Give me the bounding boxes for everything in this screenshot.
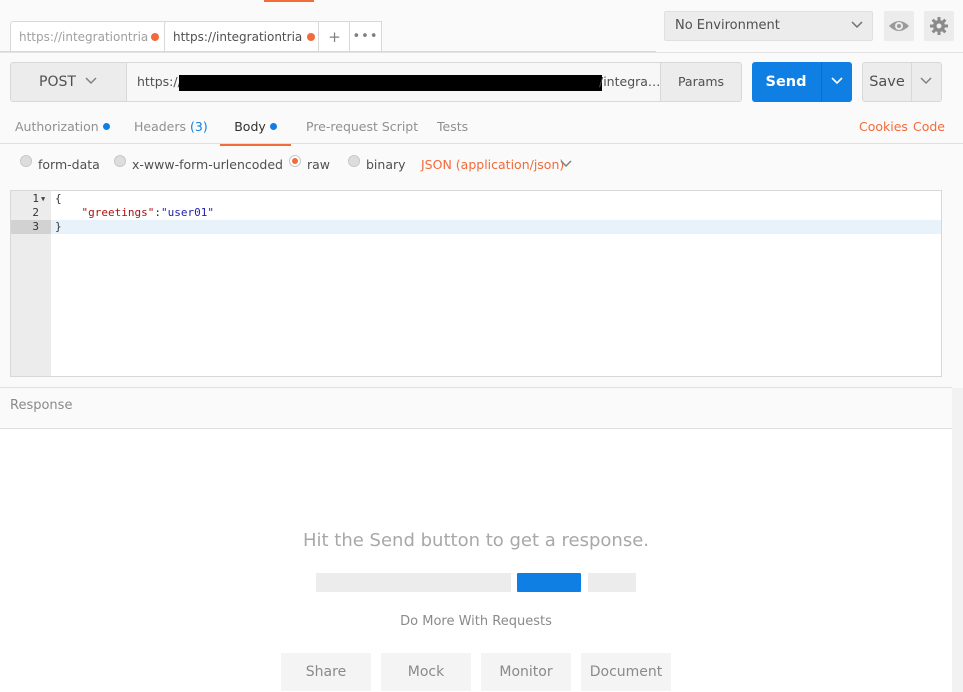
- editor-line: 2 "greetings":"user01": [11, 206, 941, 220]
- option-label: form-data: [38, 157, 100, 172]
- tab-label: Body: [234, 119, 266, 134]
- code-text: "greetings":"user01": [55, 206, 214, 220]
- unsaved-dot-icon: [151, 33, 159, 41]
- document-button[interactable]: Document: [581, 653, 671, 691]
- request-tab-label: https://integrationtria: [173, 30, 303, 44]
- tab-label: Headers: [134, 119, 187, 134]
- unsaved-dot-icon: [307, 33, 315, 41]
- body-option-raw[interactable]: raw: [289, 154, 331, 175]
- mock-button[interactable]: Mock: [381, 653, 471, 691]
- editor-line: 1 ▼ {: [11, 192, 941, 206]
- code-text: {: [55, 192, 62, 205]
- redacted-block: [179, 75, 602, 91]
- response-panel: [0, 429, 952, 692]
- environment-selected-label: No Environment: [675, 18, 780, 33]
- radio-button[interactable]: [348, 154, 360, 167]
- tab-label: Authorization: [15, 119, 99, 134]
- tab-pre-request-script[interactable]: Pre-request Script: [306, 110, 418, 144]
- option-label: raw: [307, 157, 331, 172]
- params-button[interactable]: Params: [660, 62, 742, 102]
- request-tab[interactable]: https://integrationtria: [10, 21, 168, 52]
- indicator-dot-icon: [269, 123, 277, 130]
- url-input[interactable]: https:// /integra…: [126, 62, 661, 102]
- share-button[interactable]: Share: [281, 653, 371, 691]
- chevron-down-icon: [851, 21, 863, 29]
- body-option-binary[interactable]: binary: [348, 154, 406, 175]
- radio-button[interactable]: [114, 154, 126, 167]
- content-type-label: JSON (application/json): [421, 157, 565, 172]
- request-tab-label: https://integrationtria: [19, 30, 149, 44]
- tab-tests[interactable]: Tests: [437, 110, 468, 144]
- method-select[interactable]: POST: [10, 62, 127, 102]
- divider: [0, 387, 952, 388]
- chevron-down-icon: [85, 77, 97, 85]
- monitor-button[interactable]: Monitor: [481, 653, 571, 691]
- json-value: "user01": [160, 206, 214, 219]
- url-prefix: https://: [137, 74, 182, 89]
- body-option-urlencoded[interactable]: x-www-form-urlencoded: [114, 154, 283, 175]
- line-number: 3: [32, 220, 39, 233]
- environment-quick-look-button[interactable]: [884, 11, 914, 41]
- tab-headers[interactable]: Headers (3): [134, 110, 208, 144]
- empty-response-hint: Hit the Send button to get a response.: [302, 530, 650, 551]
- body-option-form-data[interactable]: form-data: [20, 154, 100, 175]
- placeholder-url-bar: [316, 573, 511, 592]
- placeholder-save-button: [588, 573, 636, 592]
- editor-line-active: 3 }: [11, 220, 941, 234]
- option-label: binary: [366, 157, 406, 172]
- save-button[interactable]: Save: [862, 62, 942, 102]
- save-label: Save: [869, 74, 905, 90]
- json-key: "greetings": [81, 206, 155, 219]
- url-suffix: /integra…: [599, 74, 661, 89]
- more-tabs-button[interactable]: •••: [349, 21, 382, 52]
- eye-icon: [889, 21, 909, 31]
- new-tab-button[interactable]: +: [318, 21, 351, 52]
- manage-environments-button[interactable]: [924, 11, 954, 41]
- content-type-select[interactable]: JSON (application/json): [421, 155, 572, 175]
- divider: [911, 63, 912, 101]
- placeholder-send-button: [517, 573, 581, 592]
- gear-icon: [930, 17, 948, 35]
- chevron-down-icon: [560, 160, 572, 168]
- divider: [0, 52, 963, 53]
- request-config-tabs: Authorization Headers (3) Body Pre-reque…: [0, 110, 963, 146]
- headers-count: (3): [190, 119, 208, 134]
- indicator-dot-icon: [102, 123, 110, 130]
- response-heading: Response: [10, 398, 73, 413]
- line-number: 2: [32, 206, 39, 219]
- scrollbar[interactable]: [952, 388, 963, 692]
- request-tab-active[interactable]: https://integrationtria: [164, 21, 324, 52]
- send-button[interactable]: Send: [752, 62, 852, 102]
- chevron-down-icon[interactable]: [919, 76, 933, 86]
- json-separator: :: [154, 206, 161, 219]
- chevron-down-icon[interactable]: [830, 76, 844, 86]
- environment-select[interactable]: No Environment: [664, 11, 873, 41]
- do-more-heading: Do More With Requests: [400, 614, 552, 629]
- radio-button-selected[interactable]: [289, 154, 301, 167]
- code-link[interactable]: Code: [913, 110, 945, 144]
- code-text: }: [55, 220, 62, 233]
- send-label: Send: [765, 74, 807, 90]
- tab-authorization[interactable]: Authorization: [15, 110, 110, 144]
- method-label: POST: [39, 74, 76, 90]
- radio-button[interactable]: [20, 154, 32, 167]
- cookies-link[interactable]: Cookies: [859, 110, 908, 144]
- line-number: 1: [32, 192, 39, 205]
- fold-arrow-icon[interactable]: ▼: [41, 192, 45, 206]
- body-editor[interactable]: 1 ▼ { 2 "greetings":"user01" 3 }: [10, 190, 942, 377]
- request-tab-bar: https://integrationtria https://integrat…: [0, 0, 656, 52]
- option-label: x-www-form-urlencoded: [132, 157, 283, 172]
- tab-body[interactable]: Body: [220, 110, 291, 146]
- divider: [821, 62, 822, 102]
